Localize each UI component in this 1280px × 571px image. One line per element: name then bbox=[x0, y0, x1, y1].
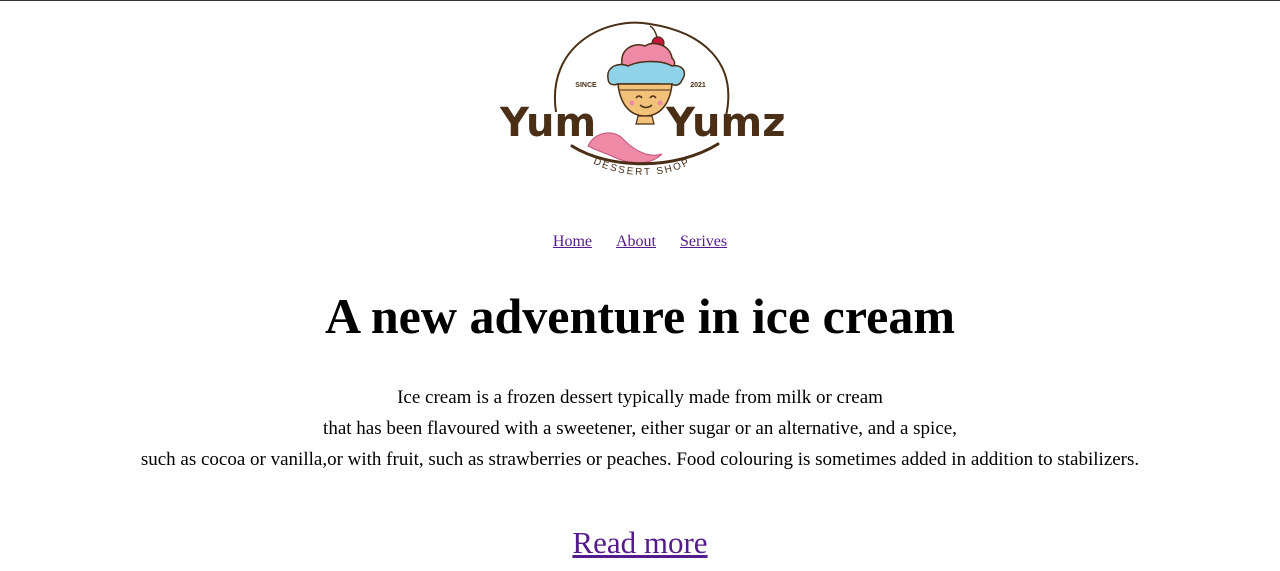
intro-paragraph: Ice cream is a frozen dessert typically … bbox=[0, 382, 1280, 475]
logo-brand-left: Yum bbox=[499, 100, 596, 146]
page-headline: A new adventure in ice cream bbox=[324, 288, 955, 344]
nav-link-home[interactable]: Home bbox=[553, 233, 592, 250]
logo-brand-right: Yumz bbox=[665, 100, 786, 146]
intro-line: that has been flavoured with a sweetener… bbox=[323, 418, 957, 439]
intro-line: Ice cream is a frozen dessert typically … bbox=[397, 387, 883, 408]
nav-link-about[interactable]: About bbox=[616, 233, 656, 250]
nav-link-serives[interactable]: Serives bbox=[680, 233, 727, 250]
intro-line: such as cocoa or vanilla,or with fruit, … bbox=[140, 449, 1140, 470]
logo-year: 2021 bbox=[690, 82, 706, 89]
read-more-link[interactable]: Read more bbox=[572, 525, 707, 560]
page-top-border bbox=[0, 0, 1280, 1]
read-more-container: Read more bbox=[0, 523, 1280, 563]
main-nav: Home About Serives bbox=[0, 232, 1280, 252]
yum-yumz-logo: SINCE 2021 Yum Yumz DESSERT SHOP bbox=[490, 20, 800, 190]
logo-since-label: SINCE bbox=[575, 82, 597, 89]
